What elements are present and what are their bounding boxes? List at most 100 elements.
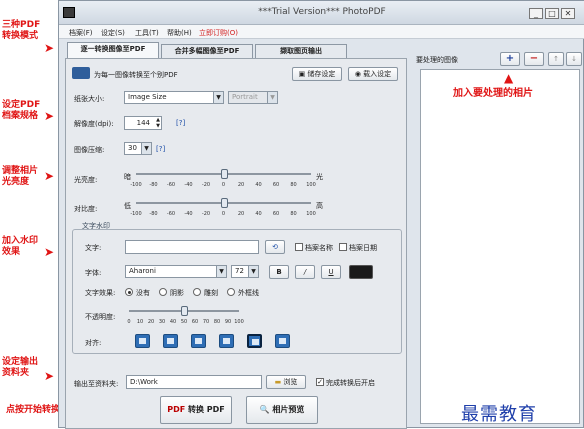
minimize-button[interactable]: _ — [529, 8, 543, 19]
brightness-dark-label: 暗 — [124, 173, 131, 181]
menu-settings[interactable]: 设定(S) — [101, 28, 125, 38]
pdf-icon — [72, 67, 90, 79]
align-top-right-button[interactable] — [191, 334, 206, 348]
watermark-group: 文字: ⟲ 档案名称 档案日期 字体: Aharoni ▼ 72 ▼ B / U 文… — [72, 229, 402, 354]
effect-shadow-radio[interactable] — [159, 288, 167, 296]
save-settings-label: 储存设定 — [307, 70, 336, 78]
font-select[interactable]: Aharoni ▼ — [125, 265, 227, 278]
slider-tick-label: 40 — [255, 182, 262, 188]
slider-tick-label: -60 — [166, 182, 176, 188]
orientation-value: Portrait — [232, 93, 258, 101]
slider-tick-label: 20 — [147, 319, 155, 325]
slider-tick-label: 100 — [306, 182, 316, 188]
slider-thumb[interactable] — [220, 169, 228, 179]
align-center-button[interactable] — [247, 334, 262, 348]
effect-none-label: 没有 — [136, 289, 150, 297]
output-path-input[interactable]: D:\Work — [126, 375, 262, 389]
compression-help-link[interactable]: [?] — [156, 145, 165, 153]
bold-button[interactable]: B — [269, 265, 289, 279]
load-icon: ◉ — [354, 70, 361, 78]
effect-emboss-label: 雕刻 — [204, 289, 218, 297]
slider-tick-label: -20 — [201, 211, 211, 217]
remove-image-button[interactable]: − — [524, 52, 544, 66]
compression-value: 30 — [128, 144, 137, 152]
open-after-label: 完成转换后开启 — [326, 379, 375, 387]
chevron-down-icon: ▼ — [216, 266, 226, 277]
slider-tick-label: 10 — [136, 319, 144, 325]
insert-tag-button[interactable]: ⟲ — [265, 240, 285, 254]
slider-tick-label: 20 — [237, 211, 245, 217]
align-right-button[interactable] — [275, 334, 290, 348]
menu-file[interactable]: 档案(F) — [69, 28, 93, 38]
browse-button[interactable]: ▬ 浏览 — [266, 375, 306, 389]
align-label: 对齐: — [85, 339, 102, 347]
arrow-icon: ➤ — [44, 245, 55, 259]
save-settings-button[interactable]: ▣ 储存设定 — [292, 67, 342, 81]
close-button[interactable]: ✕ — [561, 8, 575, 19]
effect-none-radio[interactable] — [125, 288, 133, 296]
slider-tick-label: 90 — [224, 319, 232, 325]
text-effect-label: 文字效果: — [85, 289, 116, 297]
paper-size-select[interactable]: Image Size ▼ — [124, 91, 224, 104]
move-down-button[interactable]: ↓ — [566, 52, 582, 66]
file-name-checkbox[interactable] — [295, 243, 303, 251]
compression-label: 图像压缩: — [74, 146, 105, 154]
align-top-left-button[interactable] — [135, 334, 150, 348]
text-color-swatch[interactable] — [349, 265, 373, 279]
arrow-icon: ➤ — [44, 369, 55, 383]
align-top-button[interactable] — [163, 334, 178, 348]
underline-button[interactable]: U — [321, 265, 341, 279]
menu-help[interactable]: 帮助(H) — [167, 28, 192, 38]
resolution-help-link[interactable]: [?] — [176, 119, 185, 127]
effect-outline-label: 外框线 — [238, 289, 259, 297]
align-left-button[interactable] — [219, 334, 234, 348]
preview-label: 相片预览 — [272, 405, 305, 414]
arrow-icon: ➤ — [44, 41, 55, 55]
font-size-value: 72 — [235, 267, 244, 275]
add-image-button[interactable]: + — [500, 52, 520, 66]
watermark-text-input[interactable] — [125, 240, 259, 254]
resolution-spinner[interactable]: 144 ▲ ▼ — [124, 116, 162, 130]
slider-tick-label: 70 — [202, 319, 210, 325]
slider-tick-label: 40 — [169, 319, 177, 325]
contrast-low-label: 低 — [124, 202, 131, 210]
compression-select[interactable]: 30 ▼ — [124, 142, 152, 155]
menu-order-now[interactable]: 立即订购(O) — [199, 28, 238, 38]
spinner-arrows-icon: ▲ ▼ — [156, 117, 160, 129]
convert-pdf-button[interactable]: PDF 转换 PDF — [160, 396, 232, 424]
move-up-button[interactable]: ↑ — [548, 52, 564, 66]
folder-icon: ▬ — [274, 378, 282, 386]
tab-single-convert[interactable]: 逐一转换图像至PDF — [67, 42, 159, 58]
slider-tick-label: -20 — [201, 182, 211, 188]
contrast-slider[interactable]: -100 -80 -60 -40 -20 0 20 40 60 80 100 — [130, 198, 316, 217]
arrow-icon: ➤ — [44, 109, 55, 123]
save-icon: ▣ — [298, 70, 306, 78]
file-date-checkbox[interactable] — [339, 243, 347, 251]
maximize-button[interactable]: □ — [545, 8, 559, 19]
effect-emboss-radio[interactable] — [193, 288, 201, 296]
tab-merge-convert[interactable]: 合并多幅图像至PDF — [161, 44, 253, 58]
annotation-watermark: 加入水印 效果 — [2, 236, 39, 257]
slider-thumb[interactable] — [181, 306, 188, 316]
preview-button[interactable]: 🔍 相片预览 — [246, 396, 318, 424]
resolution-label: 解像度(dpi): — [74, 120, 114, 128]
effect-outline-radio[interactable] — [227, 288, 235, 296]
chevron-down-icon: ▼ — [141, 143, 151, 154]
orientation-select[interactable]: Portrait ▼ — [228, 91, 278, 104]
menu-tools[interactable]: 工具(T) — [135, 28, 159, 38]
annotation-brightness: 调整相片 光亮度 — [2, 166, 39, 187]
tab-extract-pages[interactable]: 撷取图页输出 — [255, 44, 347, 58]
font-size-select[interactable]: 72 ▼ — [231, 265, 259, 278]
load-settings-button[interactable]: ◉ 载入设定 — [348, 67, 398, 81]
italic-button[interactable]: / — [295, 265, 315, 279]
image-list-label: 要处理的图像 — [416, 56, 458, 64]
slider-thumb[interactable] — [220, 198, 228, 208]
brightness-slider[interactable]: -100 -80 -60 -40 -20 0 20 40 60 80 100 — [130, 169, 316, 188]
font-label: 字体: — [85, 269, 102, 277]
menu-bar: 档案(F) 设定(S) 工具(T) 帮助(H) 立即订购(O) — [59, 25, 584, 39]
slider-tick-label: -100 — [130, 182, 142, 188]
open-after-checkbox[interactable]: ✓ — [316, 378, 324, 386]
brightness-label: 光亮度: — [74, 176, 98, 184]
image-list[interactable]: ▲ 加入要处理的相片 最需教育 — [420, 69, 580, 425]
opacity-slider[interactable]: 0 10 20 30 40 50 60 70 80 90 100 — [127, 306, 244, 325]
